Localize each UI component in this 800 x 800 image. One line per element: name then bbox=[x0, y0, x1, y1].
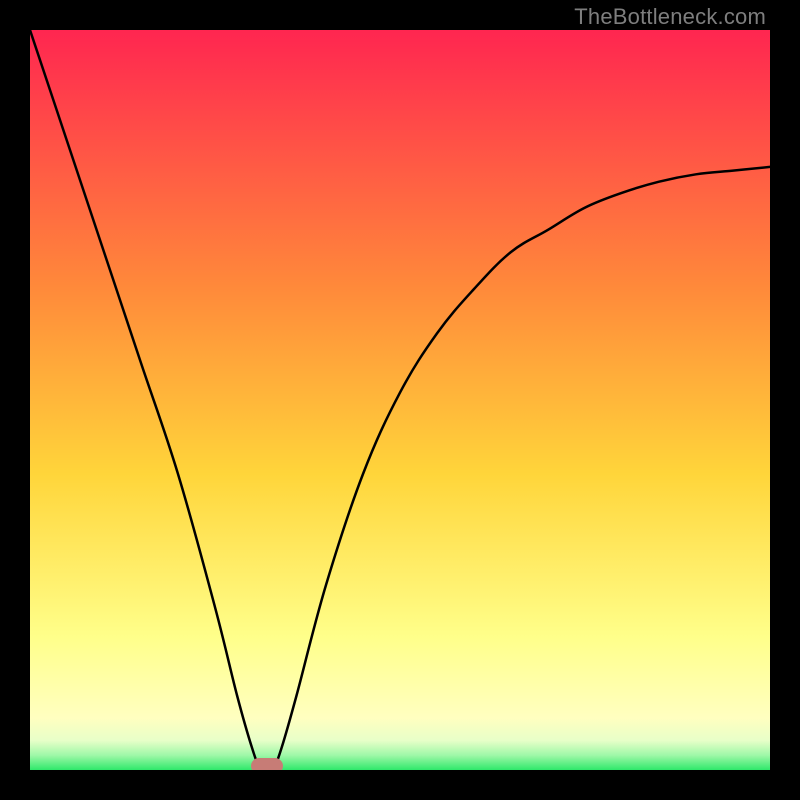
bottleneck-curve bbox=[30, 30, 770, 770]
chart-frame: TheBottleneck.com bbox=[0, 0, 800, 800]
plot-area bbox=[30, 30, 770, 770]
optimal-marker bbox=[251, 758, 283, 770]
watermark-text: TheBottleneck.com bbox=[574, 4, 766, 30]
